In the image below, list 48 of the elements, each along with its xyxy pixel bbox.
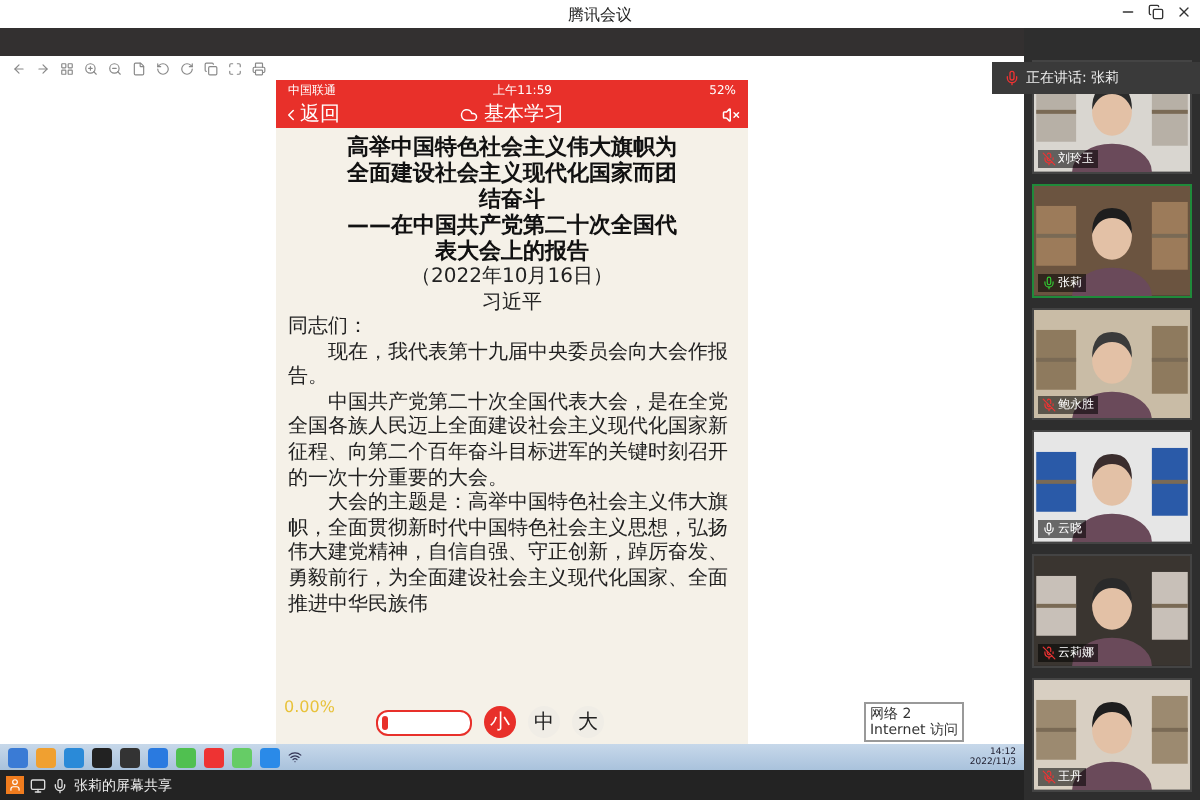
document-title: 结奋斗 [476, 186, 547, 212]
mic-icon [1004, 70, 1020, 86]
body-text: 征程、向第二个百年奋斗目标进军的关键时刻召开 [288, 441, 730, 467]
mute-icon[interactable] [722, 105, 740, 123]
user-icon [6, 776, 24, 794]
restore-icon[interactable] [1148, 4, 1164, 20]
close-icon[interactable] [1176, 4, 1192, 20]
mic-icon [52, 777, 68, 793]
copy-icon[interactable] [204, 61, 218, 75]
screen-icon [30, 777, 46, 793]
forward-icon[interactable] [36, 61, 50, 75]
rotate-left-icon[interactable] [156, 61, 170, 75]
body-text: 帜，全面贯彻新时代中国特色社会主义思想，弘扬 [288, 517, 730, 541]
font-size-button[interactable]: 小 [484, 706, 516, 738]
chevron-left-icon [282, 105, 300, 123]
page-icon[interactable] [132, 61, 146, 75]
app-title: 基本学习 [484, 101, 564, 128]
zoom-in-icon[interactable] [84, 61, 98, 75]
body-text: 中国共产党第二十次全国代表大会，是在全党 [326, 391, 730, 415]
body-text: 现在，我代表第十九届中央委员会向大会作报 [326, 341, 730, 367]
document-title: 高举中国特色社会主义伟大旗帜为 [345, 134, 679, 160]
cloud-icon [460, 105, 478, 123]
back-icon[interactable] [12, 61, 26, 75]
body-text: 的一次十分重要的大会。 [288, 467, 510, 491]
body-text: 伟大建党精神，自信自强、守正创新，踔厉奋发、 [288, 542, 730, 567]
body-text: 推进中华民族伟 [288, 593, 430, 619]
progress-field[interactable] [376, 709, 472, 735]
network-icon[interactable] [288, 750, 302, 764]
progress-text: 0.00% [284, 698, 335, 716]
font-size-button[interactable]: 大 [572, 706, 604, 738]
body-text: 大会的主题是：高举中国特色社会主义伟大旗 [326, 492, 730, 517]
rotate-right-icon[interactable] [180, 61, 194, 75]
back-link[interactable]: 返回 [282, 100, 340, 128]
body-text: 全国各族人民迈上全面建设社会主义现代化国家新 [288, 416, 730, 441]
grid-icon[interactable] [60, 61, 74, 75]
document-title: 全面建设社会主义现代化国家而团 [345, 160, 679, 186]
font-size-button[interactable]: 中 [528, 706, 560, 738]
window-title: 腾讯会议 [568, 3, 632, 25]
document-title: ——在中国共产党第二十次全国代 [345, 212, 679, 238]
print-icon[interactable] [252, 61, 266, 75]
zoom-out-icon[interactable] [108, 61, 122, 75]
author-text: 习近平 [480, 290, 544, 316]
date-text: （2022年10月16日） [409, 264, 615, 290]
fullscreen-icon[interactable] [228, 61, 242, 75]
body-text: 勇毅前行，为全面建设社会主义现代化国家、全面 [288, 567, 730, 593]
body-text: 同志们： [288, 316, 370, 342]
body-text: 告。 [288, 366, 329, 392]
document-title: 表大会上的报告 [433, 238, 591, 264]
